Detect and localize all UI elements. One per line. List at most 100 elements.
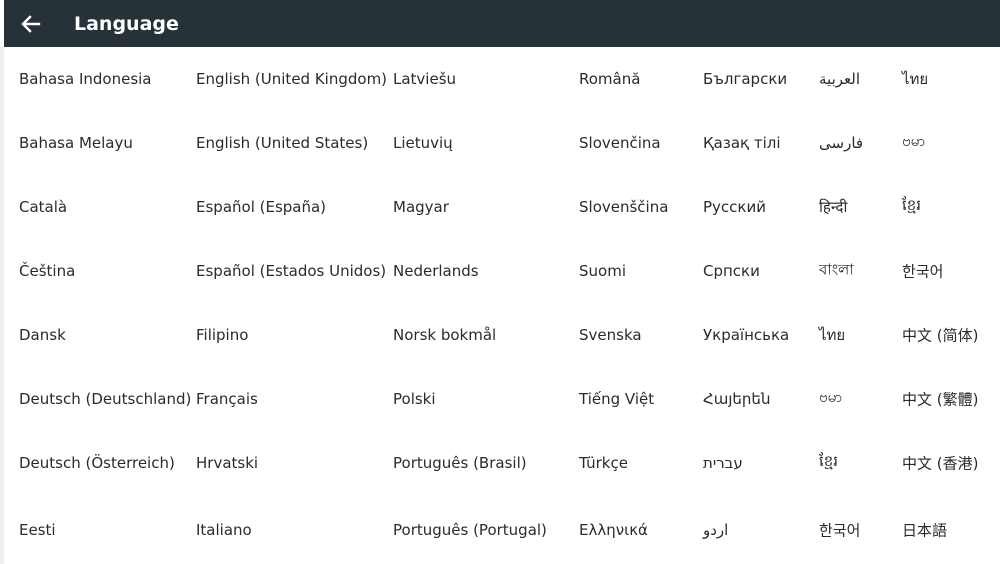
language-label: Polski	[393, 390, 436, 408]
language-item[interactable]: 中文 (简体)	[902, 303, 1000, 367]
app-bar: Language	[4, 0, 1000, 47]
language-label: ဗမာ	[902, 132, 926, 150]
language-item[interactable]: English (United States)	[196, 111, 393, 175]
language-item[interactable]: Српски	[703, 239, 819, 303]
language-item[interactable]: 日本語	[902, 495, 1000, 564]
language-item[interactable]: Hrvatski	[196, 431, 393, 495]
language-label: हिन्दी	[819, 198, 848, 216]
language-item[interactable]: Português (Portugal)	[393, 495, 579, 564]
language-label: Türkçe	[579, 454, 628, 472]
language-item[interactable]: 한국어	[819, 495, 902, 564]
language-label: Español (Estados Unidos)	[196, 262, 387, 280]
language-grid: Bahasa Indonesia Bahasa Melayu Català Češti…	[4, 47, 1000, 564]
language-item[interactable]: Lietuvių	[393, 111, 579, 175]
language-item[interactable]: العربية	[819, 47, 902, 111]
language-item[interactable]: Čeština	[19, 239, 196, 303]
language-item[interactable]: Română	[579, 47, 703, 111]
language-label: 中文 (香港)	[902, 454, 979, 473]
language-label: Română	[579, 70, 641, 88]
language-item[interactable]: ဗမာ	[902, 111, 1000, 175]
language-item[interactable]: ខ្មែរ	[902, 175, 1000, 239]
language-label: বাংলা	[819, 260, 854, 279]
language-item[interactable]: ဗမာ	[819, 367, 902, 431]
language-item[interactable]: Nederlands	[393, 239, 579, 303]
language-label: 한국어	[902, 262, 944, 281]
language-label: Svenska	[579, 326, 642, 344]
language-label: ខ្មែរ	[902, 196, 922, 214]
language-item[interactable]: 한국어	[902, 239, 1000, 303]
language-label: Português (Brasil)	[393, 454, 527, 472]
language-item[interactable]: Bahasa Indonesia	[19, 47, 196, 111]
language-item[interactable]: Català	[19, 175, 196, 239]
language-item[interactable]: Español (Estados Unidos)	[196, 239, 393, 303]
language-item[interactable]: Русский	[703, 175, 819, 239]
language-item[interactable]: Français	[196, 367, 393, 431]
language-item[interactable]: Español (España)	[196, 175, 393, 239]
language-item[interactable]: Português (Brasil)	[393, 431, 579, 495]
language-label: ဗမာ	[819, 388, 843, 406]
language-label: Русский	[703, 198, 766, 216]
language-item[interactable]: Bahasa Melayu	[19, 111, 196, 175]
language-label: Magyar	[393, 198, 449, 216]
language-item[interactable]: ខ្មែរ	[819, 431, 902, 495]
language-label: 한국어	[819, 521, 861, 539]
language-item[interactable]: Български	[703, 47, 819, 111]
language-label: Ελληνικά	[579, 520, 648, 539]
language-label: Français	[196, 390, 258, 408]
language-label: Hrvatski	[196, 454, 259, 472]
language-item[interactable]: Türkçe	[579, 431, 703, 495]
language-item[interactable]: 中文 (香港)	[902, 431, 1000, 495]
language-item[interactable]: Deutsch (Deutschland)	[19, 367, 196, 431]
language-label: עברית	[703, 454, 743, 472]
language-label: Deutsch (Deutschland)	[19, 390, 192, 408]
language-label: Lietuvių	[393, 134, 453, 152]
language-item[interactable]: Українська	[703, 303, 819, 367]
language-item[interactable]: Deutsch (Österreich)	[19, 431, 196, 495]
language-item[interactable]: עברית	[703, 431, 819, 495]
language-label: Dansk	[19, 326, 66, 344]
language-item[interactable]: Ελληνικά	[579, 495, 703, 564]
back-button[interactable]	[4, 0, 58, 47]
language-label: Català	[19, 198, 68, 216]
language-item[interactable]: Eesti	[19, 495, 196, 564]
language-label: Slovenščina	[579, 198, 669, 216]
language-item[interactable]: Magyar	[393, 175, 579, 239]
language-label: Português (Portugal)	[393, 520, 547, 539]
language-item[interactable]: Norsk bokmål	[393, 303, 579, 367]
language-item[interactable]: Filipino	[196, 303, 393, 367]
language-label: Latviešu	[393, 70, 457, 88]
language-column: ไทย ဗမာ ខ្មែរ 한국어 中文 (简体) 中文 (繁體) 中文 (香港) 日本語	[902, 47, 1000, 564]
language-item[interactable]: Svenska	[579, 303, 703, 367]
language-label: العربية	[819, 70, 860, 88]
language-item[interactable]: Dansk	[19, 303, 196, 367]
language-label: ไทย	[819, 326, 846, 344]
language-item[interactable]: Հայերեն	[703, 367, 819, 431]
language-item[interactable]: हिन्दी	[819, 175, 902, 239]
language-label: English (United States)	[196, 134, 369, 152]
language-item[interactable]: فارسی	[819, 111, 902, 175]
language-label: Čeština	[19, 262, 76, 280]
language-item[interactable]: اردو	[703, 495, 819, 564]
language-item[interactable]: ไทย	[902, 47, 1000, 111]
language-item[interactable]: Slovenščina	[579, 175, 703, 239]
language-item[interactable]: Polski	[393, 367, 579, 431]
language-item[interactable]: Slovenčina	[579, 111, 703, 175]
language-item[interactable]: 中文 (繁體)	[902, 367, 1000, 431]
language-label: Norsk bokmål	[393, 326, 497, 344]
language-item[interactable]: Қазақ тілі	[703, 111, 819, 175]
language-column: Română Slovenčina Slovenščina Suomi Svenska T…	[579, 47, 703, 564]
language-label: 中文 (简体)	[902, 326, 979, 345]
language-item[interactable]: Latviešu	[393, 47, 579, 111]
language-item[interactable]: ไทย	[819, 303, 902, 367]
language-label: Қазақ тілі	[703, 134, 781, 152]
language-column: Latviešu Lietuvių Magyar Nederlands Norsk bo…	[393, 47, 579, 564]
language-label: Български	[703, 70, 788, 88]
language-item[interactable]: Tiếng Việt	[579, 367, 703, 431]
language-label: Suomi	[579, 262, 626, 280]
language-item[interactable]: Italiano	[196, 495, 393, 564]
language-label: Српски	[703, 262, 760, 280]
language-item[interactable]: English (United Kingdom)	[196, 47, 393, 111]
language-item[interactable]: বাংলা	[819, 239, 902, 303]
language-label: Italiano	[196, 520, 252, 539]
language-item[interactable]: Suomi	[579, 239, 703, 303]
